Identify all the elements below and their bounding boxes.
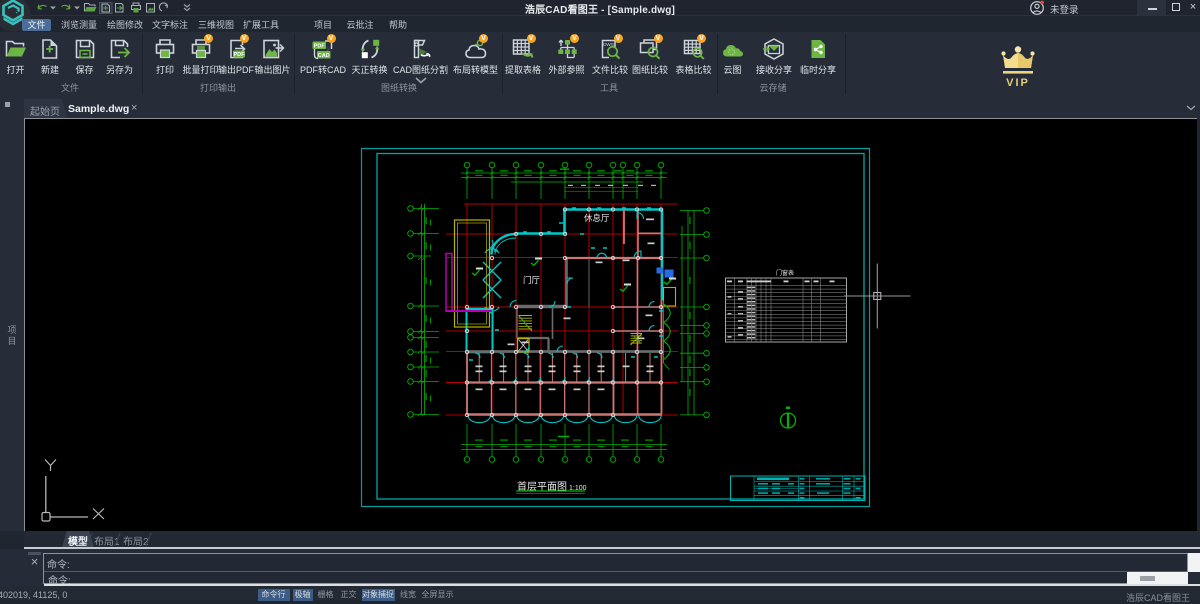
svg-text:门厅: 门厅 xyxy=(523,275,541,285)
svg-text:CAD: CAD xyxy=(318,53,330,59)
svg-text:PDF: PDF xyxy=(234,52,246,58)
svg-text:休息厅: 休息厅 xyxy=(584,213,610,223)
svg-text:门窗表: 门窗表 xyxy=(776,269,794,277)
svg-text:VIP: VIP xyxy=(1006,77,1030,89)
svg-text:PDF: PDF xyxy=(314,43,326,49)
